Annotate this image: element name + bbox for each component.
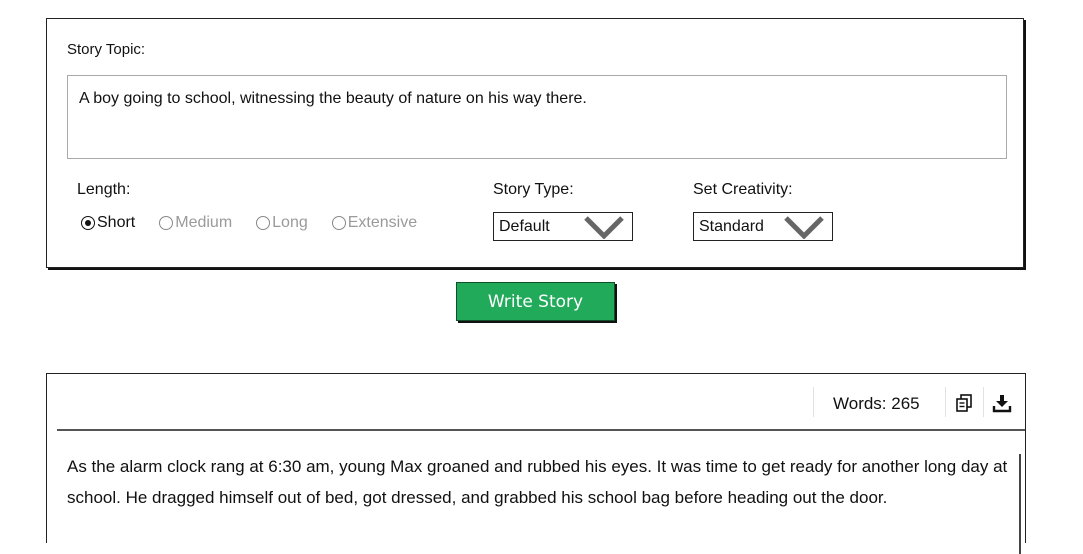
length-option-label: Long: [272, 214, 308, 231]
write-story-button[interactable]: Write Story: [456, 282, 615, 321]
length-option-medium[interactable]: Medium: [159, 214, 232, 232]
story-type-select[interactable]: Default: [493, 212, 633, 241]
length-option-long[interactable]: Long: [256, 214, 308, 232]
radio-selected-icon: [81, 216, 95, 230]
length-option-label: Short: [97, 214, 136, 231]
scrollbar[interactable]: [1019, 454, 1021, 554]
length-option-short[interactable]: Short: [81, 214, 135, 232]
download-icon[interactable]: [992, 393, 1012, 413]
creativity-select[interactable]: Standard: [693, 212, 833, 241]
length-option-extensive[interactable]: Extensive: [331, 214, 418, 232]
story-type-value: Default: [499, 217, 550, 235]
toolbar-divider: [945, 387, 946, 417]
radio-unselected-icon: [159, 216, 174, 230]
toolbar-divider: [983, 387, 984, 417]
creativity-value: Standard: [699, 217, 764, 235]
copy-icon[interactable]: [955, 393, 975, 413]
chevron-down-icon: [584, 216, 624, 239]
length-radio-group: Short Medium Long Extensive: [81, 214, 441, 232]
length-option-label: Extensive: [347, 214, 418, 231]
length-option-label: Medium: [175, 214, 233, 231]
toolbar-divider: [813, 387, 814, 417]
creativity-label: Set Creativity:: [693, 181, 793, 198]
length-label: Length:: [77, 181, 131, 198]
radio-unselected-icon: [331, 216, 346, 230]
story-topic-input[interactable]: A boy going to school, witnessing the be…: [67, 75, 1007, 159]
word-count: Words: 265: [833, 394, 920, 413]
story-settings-panel: Story Topic: A boy going to school, witn…: [46, 18, 1024, 268]
story-topic-label: Story Topic:: [67, 41, 146, 58]
chevron-down-icon: [784, 216, 824, 239]
story-type-label: Story Type:: [493, 181, 574, 198]
story-text: As the alarm clock rang at 6:30 am, youn…: [67, 457, 1008, 507]
output-toolbar: Words: 265: [57, 374, 1025, 431]
story-output-panel: Words: 265 As the alarm clock rang at 6:…: [46, 373, 1026, 554]
radio-unselected-icon: [256, 216, 271, 230]
